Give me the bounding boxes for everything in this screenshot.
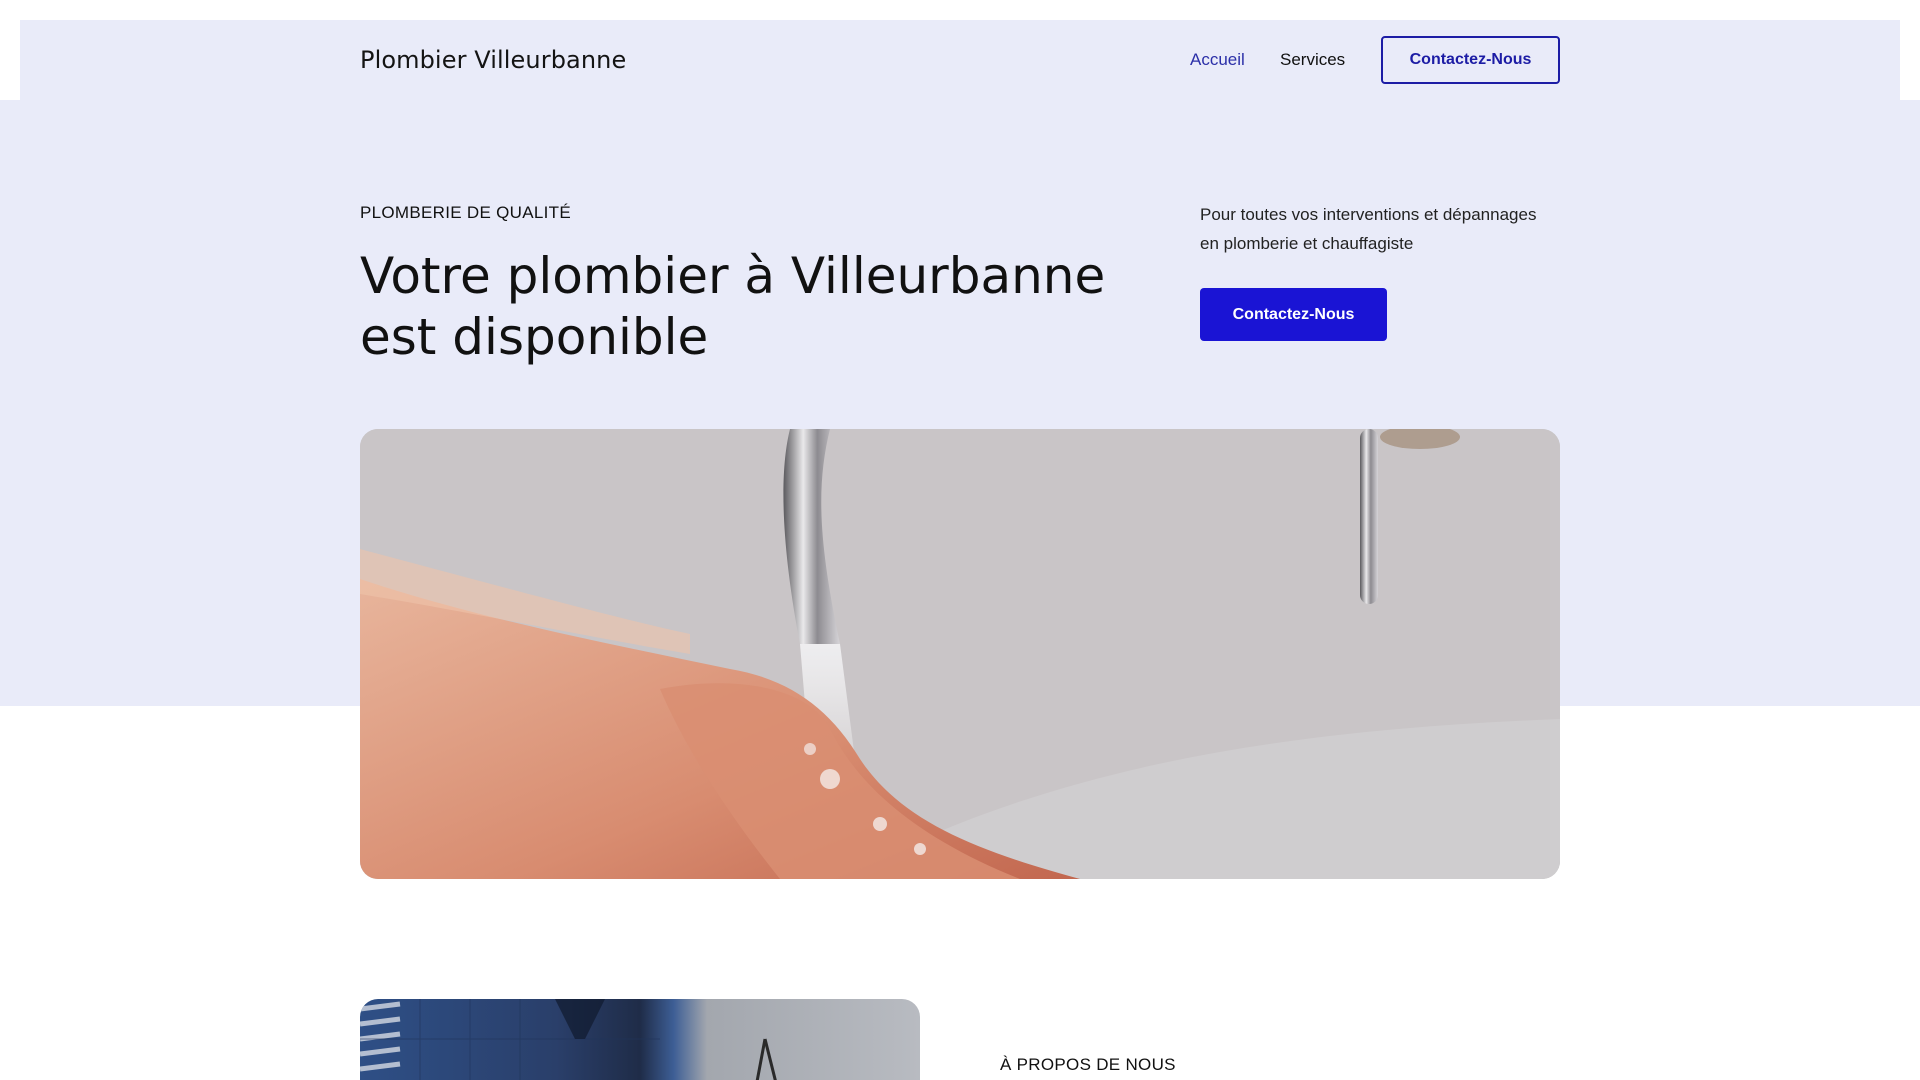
nav-link-accueil[interactable]: Accueil: [1190, 50, 1245, 70]
about-image-bathroom: [360, 999, 920, 1080]
hero-contact-button[interactable]: Contactez-Nous: [1200, 288, 1387, 341]
hero-title: Votre plombier à Villeurbanne est dispon…: [360, 247, 1106, 366]
hero-eyebrow: PLOMBERIE DE QUALITÉ: [360, 203, 571, 222]
header-contact-button[interactable]: Contactez-Nous: [1381, 36, 1560, 84]
page: Plombier Villeurbanne Accueil Services C…: [0, 0, 1920, 1080]
site-brand[interactable]: Plombier Villeurbanne: [360, 46, 626, 74]
hero-description: Pour toutes vos interventions et dépanna…: [1200, 205, 1537, 253]
nav-link-services[interactable]: Services: [1280, 50, 1345, 70]
site-header: [20, 20, 1900, 100]
hero-image-handwashing: [360, 429, 1560, 879]
about-eyebrow: À PROPOS DE NOUS: [1000, 1055, 1176, 1074]
